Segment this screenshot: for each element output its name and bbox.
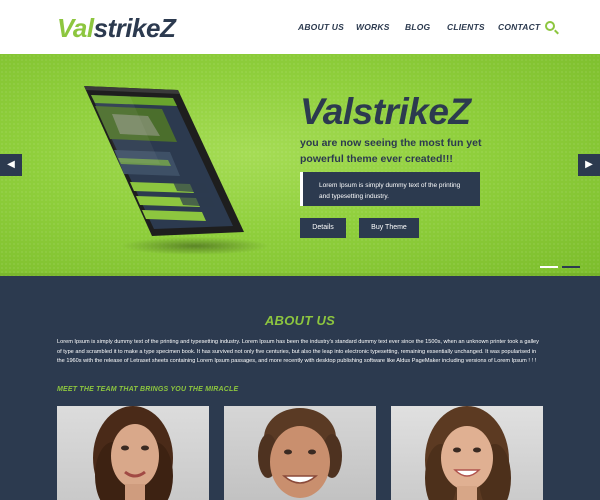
search-icon[interactable]: [545, 21, 555, 31]
hero-subtitle: you are now seeing the most fun yet powe…: [300, 137, 482, 165]
nav-clients[interactable]: CLIENTS: [447, 22, 485, 32]
phone-mockup-image: [0, 54, 280, 276]
slide-indicator-1[interactable]: [540, 266, 558, 268]
prev-slide-button[interactable]: ◀: [0, 154, 22, 176]
team-heading: MEET THE TEAM THAT BRINGS YOU THE MIRACL…: [57, 386, 239, 393]
slide-indicator-2[interactable]: [562, 266, 580, 268]
next-slide-button[interactable]: ▶: [578, 154, 600, 176]
about-text: Lorem Ipsum is simply dummy text of the …: [57, 339, 539, 364]
hero-quote-box: Lorem Ipsum is simply dummy text of the …: [300, 172, 480, 206]
team-member-photo: [391, 406, 543, 500]
details-button[interactable]: Details: [300, 218, 346, 238]
nav-about-us[interactable]: ABOUT US: [298, 22, 344, 32]
hero-quote-text: Lorem Ipsum is simply dummy text of the …: [319, 182, 461, 200]
hero-slider: ValstrikeZ you are now seeing the most f…: [0, 54, 600, 276]
phone-shadow: [120, 237, 270, 255]
site-logo[interactable]: ValstrikeZ: [57, 13, 176, 43]
hero-title: ValstrikeZ: [300, 91, 471, 132]
team-member-photo: [57, 406, 209, 500]
chevron-right-icon: ▶: [585, 159, 593, 170]
buy-theme-button[interactable]: Buy Theme: [359, 218, 419, 238]
site-header: ValstrikeZ ABOUT US WORKS BLOG CLIENTS C…: [0, 0, 600, 54]
team-member-photo: [224, 406, 376, 500]
logo-part-1: Val: [57, 13, 94, 43]
chevron-left-icon: ◀: [7, 159, 15, 170]
about-title: ABOUT US: [264, 313, 336, 328]
nav-contact[interactable]: CONTACT: [498, 22, 540, 32]
nav-works[interactable]: WORKS: [356, 22, 390, 32]
nav-blog[interactable]: BLOG: [405, 22, 430, 32]
logo-part-2: strikeZ: [93, 13, 176, 43]
